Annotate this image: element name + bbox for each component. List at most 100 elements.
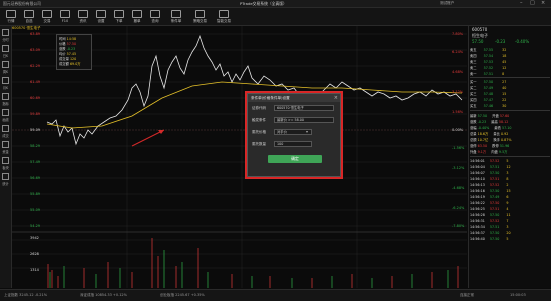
- bid-level-5: 买五 57.46 30: [470, 104, 507, 108]
- minimize-icon[interactable]: –: [520, 0, 523, 6]
- sidebar-item-draw[interactable]: 画线: [1, 108, 10, 122]
- volume-axis-label: 1314: [30, 268, 39, 272]
- news-icon: [78, 10, 88, 18]
- tick-row: 14:56:34 57.51 3: [470, 225, 509, 229]
- volume-axis-label: 3942: [30, 236, 39, 240]
- tick-row: 14:56:31 57.52 7: [470, 219, 509, 223]
- ask-level-3: 卖三 57.53 45: [470, 60, 507, 64]
- volume-bars: [47, 238, 459, 288]
- field-label-trigger: 触发条件: [252, 118, 266, 122]
- axis-label-right: 4.68%: [452, 70, 464, 74]
- ask-level-2: 卖二 57.52 12: [470, 66, 507, 70]
- axis-label-right: -3.12%: [452, 166, 465, 170]
- axis-label-right: 7.80%: [452, 32, 464, 36]
- status-index-cyb[interactable]: 创业板指 2245.67 +0.35%: [160, 293, 205, 298]
- window-title: PTrade交易系统（全真版）: [240, 1, 287, 6]
- toolbar-button-order[interactable]: 下单: [112, 10, 126, 23]
- tick-row: 14:56:10 57.51 8: [470, 177, 509, 181]
- toolbar-button-settings[interactable]: 设置: [94, 10, 108, 23]
- axis-label-right: 3.12%: [452, 90, 464, 94]
- status-bar: 上证指数 3245.12 -0.21% 深证成指 10854.33 +0.12%…: [0, 289, 551, 301]
- toolbar-button-news[interactable]: 资讯: [76, 10, 90, 23]
- stat-row: 涨跌 -0.23 最高 58.12: [470, 120, 509, 124]
- axis-label-right: -4.68%: [452, 186, 465, 190]
- axis-label-left: 54.29: [30, 224, 41, 228]
- sector-icon: [2, 157, 9, 164]
- axis-label-left: 57.49: [30, 160, 41, 164]
- axis-label-right: 0.00%: [452, 128, 464, 132]
- intraday-chart-area[interactable]: 600570 恒生电子 时间 14:58 价格 57.50 涨跌 -0.23 均…: [12, 26, 467, 288]
- tick-row: 14:56:07 57.50 3: [470, 171, 509, 175]
- toolbar-button-cancel[interactable]: 撤单: [130, 10, 144, 23]
- order-icon: [114, 10, 124, 18]
- sidebar-item-intraday[interactable]: 分时: [1, 28, 10, 42]
- order-quantity-input[interactable]: 100: [274, 141, 312, 147]
- sidebar-item-stats[interactable]: 统计: [1, 172, 10, 186]
- bid-level-1: 买一 57.50 27: [470, 80, 507, 84]
- toolbar-button-quotes[interactable]: 行情: [4, 10, 18, 23]
- status-connection: 连接正常: [460, 293, 474, 297]
- status-index-sh[interactable]: 上证指数 3245.12 -0.21%: [4, 293, 47, 298]
- stock-price: 57.50: [472, 39, 484, 44]
- title-bar: 国元证券股份有限公司 PTrade交易系统（全真版） 测试账户 – □ ×: [0, 0, 551, 8]
- axis-label-right: -1.56%: [452, 146, 465, 150]
- bid-level-4: 买四 57.47 22: [470, 98, 507, 102]
- maximize-icon[interactable]: □: [530, 0, 535, 6]
- status-clock: 15:00:03: [510, 293, 526, 297]
- sidebar-item-sector[interactable]: 板块: [1, 156, 10, 170]
- trigger-condition-input[interactable]: 最新价 >= 58.00: [274, 117, 334, 123]
- bid-level-3: 买三 57.48 15: [470, 92, 507, 96]
- strategy-icon: [195, 10, 205, 18]
- stat-row: 涨幅 -0.40% 最低 57.10: [470, 126, 512, 130]
- close-icon[interactable]: ×: [334, 95, 338, 101]
- tick-row: 14:56:04 57.51 12: [470, 165, 511, 169]
- sidebar-item-funds[interactable]: 资金: [1, 140, 10, 154]
- dialog-title: 条件单(价格条件单)设置: [248, 94, 340, 102]
- toolbar-button-f10[interactable]: F10: [58, 10, 72, 23]
- sidebar-item-daily[interactable]: 日K: [1, 44, 10, 58]
- divider: [470, 110, 550, 111]
- tick-row: 14:56:40 57.50 5: [470, 237, 509, 241]
- field-label-code: 证券代码: [252, 106, 266, 110]
- close-icon[interactable]: ×: [541, 0, 545, 6]
- sidebar-item-deals[interactable]: 成交: [1, 124, 10, 138]
- query-icon: [150, 10, 160, 18]
- axis-label-left: 60.69: [30, 96, 41, 100]
- stats-icon: [2, 173, 9, 180]
- axis-label-left: 59.89: [30, 112, 41, 116]
- confirm-button[interactable]: 确定: [268, 155, 322, 163]
- broker-title: 国元证券股份有限公司: [3, 1, 41, 6]
- toolbar-button-strategy[interactable]: 策略交易: [190, 10, 210, 23]
- chevron-down-icon[interactable]: ▾: [306, 129, 308, 134]
- ask-level-5: 卖五 57.55 32: [470, 48, 507, 52]
- tick-row: 14:56:28 57.50 11: [470, 213, 511, 217]
- tick-row: 14:56:19 57.49 6: [470, 195, 509, 199]
- tick-row: 14:56:22 57.50 9: [470, 201, 509, 205]
- stat-row: 总量 18.6万 量比 0.92: [470, 132, 509, 136]
- ask-level-1: 卖一 57.51 8: [470, 72, 505, 76]
- volume-axis-label: 2628: [30, 252, 39, 256]
- sidebar-item-indicator[interactable]: 指标: [1, 92, 10, 106]
- watchlist-icon: [24, 10, 34, 18]
- toolbar-button-query[interactable]: 查询: [148, 10, 162, 23]
- axis-label-left: 56.69: [30, 176, 41, 180]
- sidebar-item-weekly[interactable]: 周K: [1, 60, 10, 74]
- annotation-arrow: [131, 129, 165, 147]
- axis-label-left: 62.29: [30, 64, 41, 68]
- weekly-k-icon: [2, 61, 9, 68]
- stat-row: 最新 57.50 开盘 57.60: [470, 114, 510, 118]
- toolbar-button-smart[interactable]: 智能交易: [214, 10, 234, 23]
- cancel-icon: [132, 10, 142, 18]
- monthly-k-icon: [2, 77, 9, 84]
- trade-icon: [42, 10, 52, 18]
- axis-label-left: 63.09: [30, 48, 41, 52]
- toolbar-button-conditional[interactable]: 条件单: [166, 10, 186, 23]
- toolbar-button-watchlist[interactable]: 自选: [22, 10, 36, 23]
- status-index-sz[interactable]: 深证成指 10854.33 +0.12%: [80, 293, 127, 298]
- ask-level-4: 卖四 57.54 18: [470, 54, 507, 58]
- security-code-input[interactable]: 600570 恒生电子: [274, 105, 334, 111]
- toolbar-button-trade[interactable]: 交易: [40, 10, 54, 23]
- stat-row: 总额 10.7亿 换手 0.87%: [470, 138, 512, 142]
- axis-label-left: 55.89: [30, 192, 41, 196]
- sidebar-item-monthly[interactable]: 月K: [1, 76, 10, 90]
